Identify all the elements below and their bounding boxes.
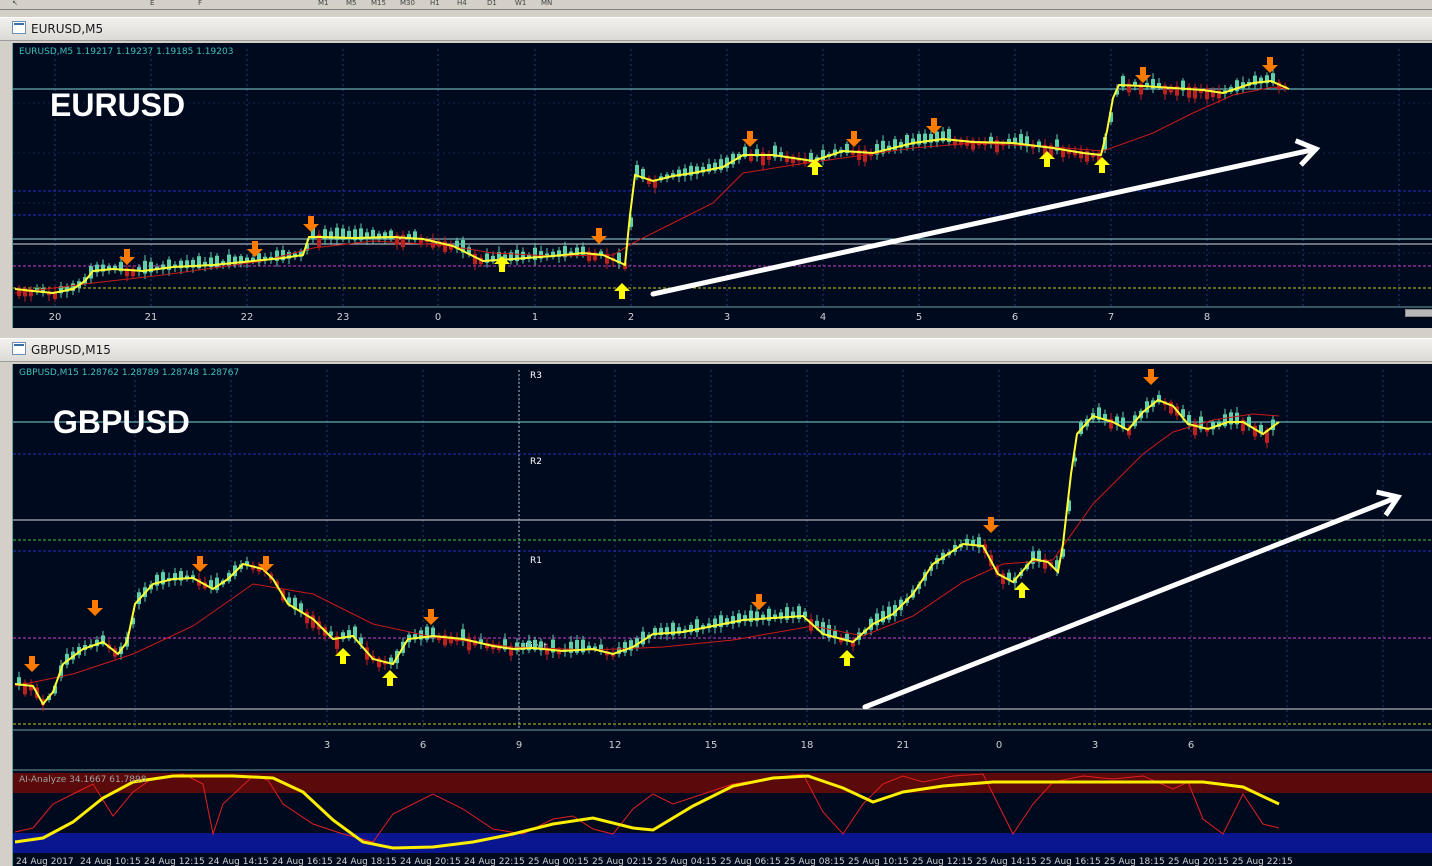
pivot-label-r1: R1 <box>530 556 542 566</box>
eurusd-time-axis-label: 5 <box>916 312 922 323</box>
indicator-time-label: 24 Aug 14:15 <box>208 857 269 866</box>
indicator-time-label: 25 Aug 22:15 <box>1232 857 1293 866</box>
gbpusd-window-title-text: GBPUSD,M15 <box>31 343 111 357</box>
buy-signal-arrow <box>1014 582 1030 598</box>
eurusd-time-axis-label: 3 <box>724 312 730 323</box>
indicator-time-label: 25 Aug 14:15 <box>976 857 1037 866</box>
gbpusd-trend-arrow <box>862 494 1401 710</box>
indicator-label: AI-Analyze 34.1667 61.7898 <box>19 775 147 785</box>
gbpusd-time-axis-label: 6 <box>420 740 426 751</box>
cursor-tool-icon[interactable]: ↖ <box>12 0 18 8</box>
gbpusd-window-title[interactable]: GBPUSD,M15 <box>0 338 1432 362</box>
gbpusd-chart[interactable]: R3R2R1Pivot3691215182103624 Aug 201724 A… <box>12 364 1432 866</box>
eurusd-time-axis-label: 1 <box>532 312 538 323</box>
eurusd-time-axis-label: 2 <box>628 312 634 323</box>
gbpusd-chart-canvas: R3R2R1Pivot3691215182103624 Aug 201724 A… <box>13 369 1432 866</box>
eurusd-time-axis-label: 4 <box>820 312 826 323</box>
sell-signal-arrow <box>926 118 942 134</box>
eurusd-trend-arrow <box>650 146 1319 297</box>
gbpusd-info-label: GBPUSD,M15 1.28762 1.28789 1.28748 1.287… <box>19 368 240 378</box>
gbpusd-time-axis-label: 3 <box>324 740 330 751</box>
timeframe-h4[interactable]: H4 <box>457 0 467 8</box>
sell-signal-arrow <box>423 609 439 625</box>
eurusd-time-axis-label: 21 <box>145 312 158 323</box>
eurusd-time-axis-label: 23 <box>337 312 350 323</box>
sell-signal-arrow <box>192 556 208 572</box>
toolbar: ↖ E F M1 M5 M15 M30 H1 H4 D1 W1 MN <box>0 0 1432 10</box>
gbpusd-time-axis-label: 12 <box>609 740 622 751</box>
eurusd-window-title-text: EURUSD,M5 <box>31 22 104 36</box>
indicator-time-label: 24 Aug 16:15 <box>272 857 333 866</box>
eurusd-time-axis-label: 7 <box>1108 312 1114 323</box>
eurusd-chart-canvas: 20 21 22 23 0 1 2 3 4 5 6 7 8 <box>13 49 1432 323</box>
gbpusd-time-axis-label: 3 <box>1092 740 1098 751</box>
gbpusd-time-axis-label: 21 <box>897 740 910 751</box>
timeframe-m5[interactable]: M5 <box>346 0 357 8</box>
gbpusd-time-axis-label: 18 <box>801 740 814 751</box>
tool-e-button[interactable]: E <box>150 0 154 8</box>
eurusd-chart[interactable]: 20 21 22 23 0 1 2 3 4 5 6 7 8 EURUSD,M5 1.19217 1.19… <box>12 43 1432 328</box>
indicator-time-label: 25 Aug 04:15 <box>656 857 717 866</box>
indicator-time-label: 25 Aug 00:15 <box>528 857 589 866</box>
indicator-time-label: 25 Aug 06:15 <box>720 857 781 866</box>
indicator-time-label: 25 Aug 02:15 <box>592 857 653 866</box>
gbpusd-time-axis-label: 0 <box>996 740 1002 751</box>
indicator-time-label: 25 Aug 08:15 <box>784 857 845 866</box>
buy-signal-arrow <box>1094 157 1110 173</box>
indicator-time-label: 25 Aug 20:15 <box>1168 857 1229 866</box>
eurusd-window-title[interactable]: EURUSD,M5 <box>0 17 1432 41</box>
gbpusd-time-axis-label: 15 <box>705 740 718 751</box>
timeframe-m1[interactable]: M1 <box>318 0 329 8</box>
gbpusd-price-line <box>14 398 1280 706</box>
eurusd-info-label: EURUSD,M5 1.19217 1.19237 1.19185 1.1920… <box>19 47 234 57</box>
indicator-time-label: 24 Aug 22:15 <box>464 857 525 866</box>
indicator-oversold-zone <box>13 833 1432 853</box>
eurusd-time-axis-label: 8 <box>1204 312 1210 323</box>
tool-f-button[interactable]: F <box>198 0 202 8</box>
sell-signal-arrow <box>1143 369 1159 385</box>
timeframe-m30[interactable]: M30 <box>400 0 415 8</box>
sell-signal-arrow <box>303 216 319 232</box>
indicator-time-label: 25 Aug 10:15 <box>848 857 909 866</box>
buy-signal-arrow <box>382 670 398 686</box>
gbpusd-time-axis-label: 6 <box>1188 740 1194 751</box>
sell-signal-arrow <box>1262 57 1278 73</box>
timeframe-w1[interactable]: W1 <box>515 0 526 8</box>
indicator-time-label: 24 Aug 10:15 <box>80 857 141 866</box>
sell-signal-arrow <box>742 131 758 147</box>
indicator-time-label: 25 Aug 18:15 <box>1104 857 1165 866</box>
sell-signal-arrow <box>983 517 999 533</box>
sell-signal-arrow <box>24 656 40 672</box>
pivot-label-r3: R3 <box>530 371 542 381</box>
timeframe-d1[interactable]: D1 <box>487 0 497 8</box>
indicator-time-label: 24 Aug 18:15 <box>336 857 397 866</box>
indicator-time-label: 24 Aug 2017 <box>16 857 74 866</box>
chart-window-icon <box>12 342 26 355</box>
gbpusd-ma-line <box>14 413 1280 687</box>
sell-signal-arrow <box>87 600 103 616</box>
timeframe-h1[interactable]: H1 <box>430 0 440 8</box>
indicator-time-label: 24 Aug 20:15 <box>400 857 461 866</box>
buy-signal-arrow <box>614 283 630 299</box>
indicator-time-label: 24 Aug 12:15 <box>144 857 205 866</box>
buy-signal-arrow <box>839 650 855 666</box>
timeframe-m15[interactable]: M15 <box>371 0 386 8</box>
eurusd-time-axis-label: 0 <box>435 312 441 323</box>
gbpusd-symbol-label: GBPUSD <box>53 404 190 440</box>
sell-signal-arrow <box>751 594 767 610</box>
sell-signal-arrow <box>1135 67 1151 83</box>
timeframe-mn[interactable]: MN <box>541 0 552 8</box>
chart-scroll-thumb[interactable] <box>1405 309 1432 317</box>
chart-window-icon <box>12 21 26 34</box>
eurusd-time-axis-label: 6 <box>1012 312 1018 323</box>
indicator-time-label: 25 Aug 12:15 <box>912 857 973 866</box>
eurusd-price-line <box>14 79 1290 295</box>
eurusd-time-axis-label: 22 <box>241 312 254 323</box>
pivot-label-r2: R2 <box>530 457 542 467</box>
gbpusd-time-axis-label: 9 <box>516 740 522 751</box>
sell-signal-arrow <box>591 228 607 244</box>
eurusd-symbol-label: EURUSD <box>50 87 186 123</box>
eurusd-time-axis-label: 20 <box>49 312 62 323</box>
indicator-time-label: 25 Aug 16:15 <box>1040 857 1101 866</box>
